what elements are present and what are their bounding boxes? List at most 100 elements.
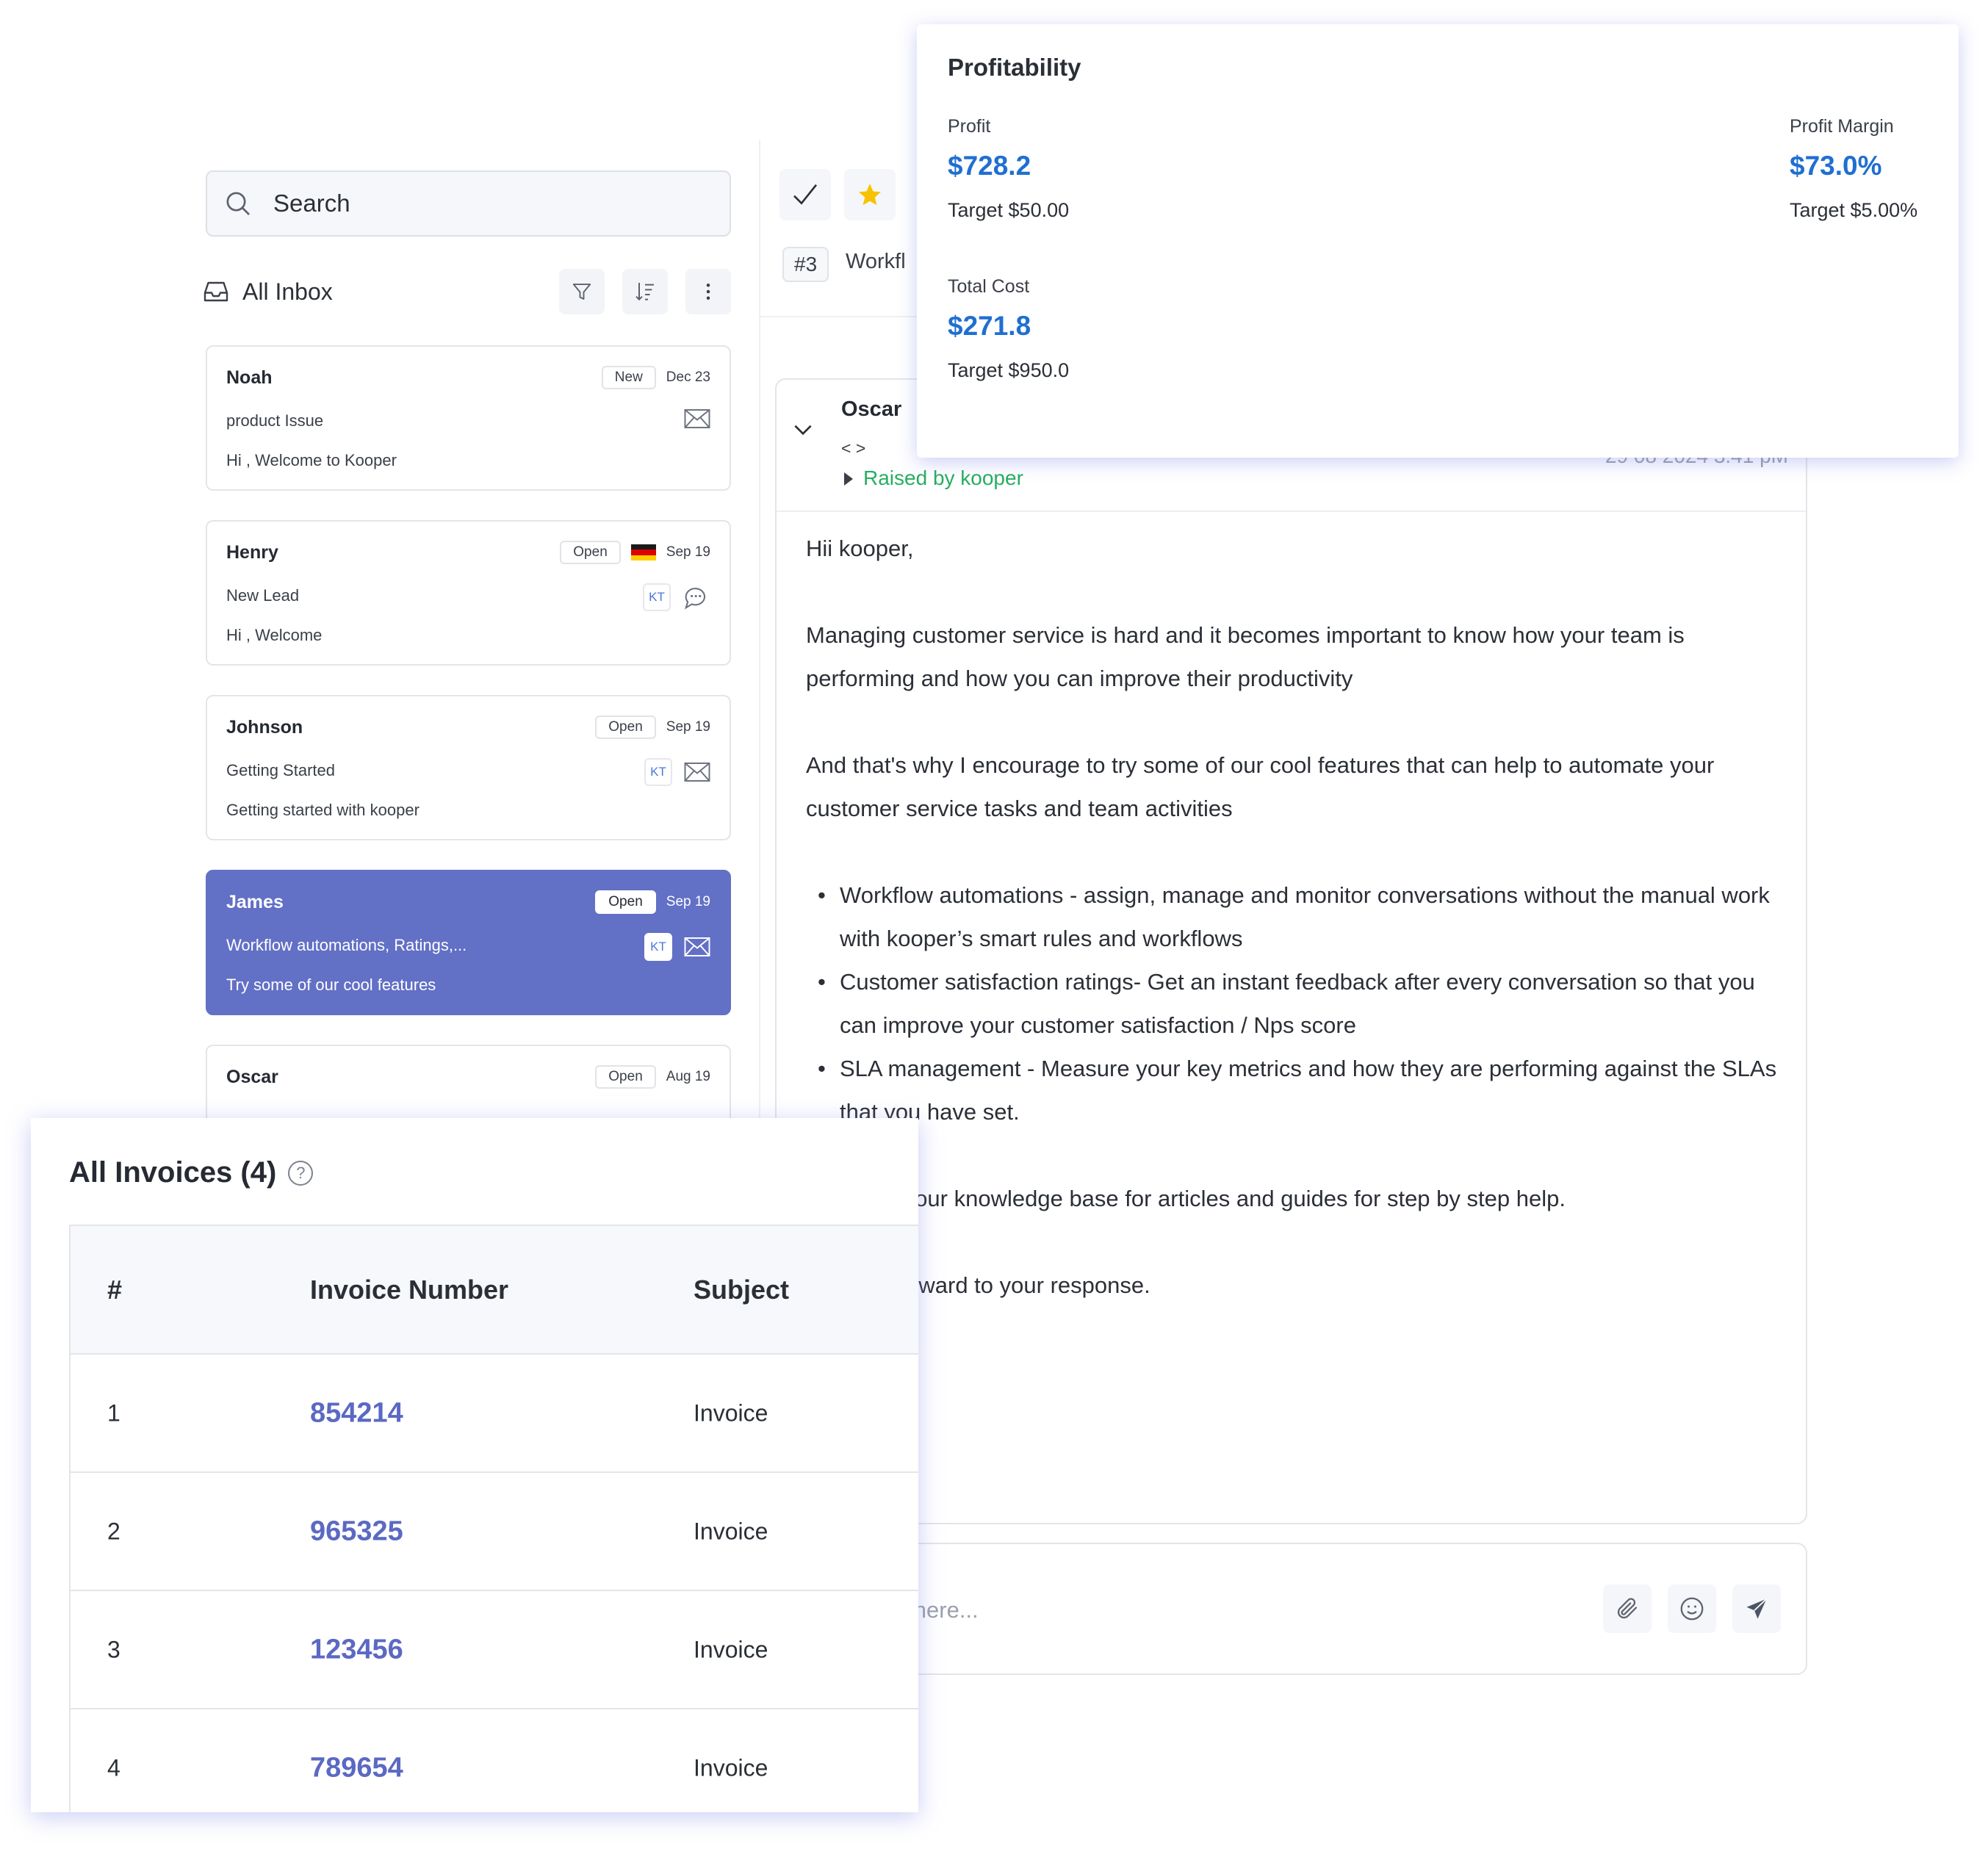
inbox-header: All Inbox — [203, 268, 731, 315]
message-signoff: Regards, — [806, 1350, 1783, 1394]
list-item: SLA management - Measure your key metric… — [818, 1047, 1783, 1133]
germany-flag-icon — [630, 544, 656, 561]
list-item: Customer satisfaction ratings- Get an in… — [818, 960, 1783, 1047]
emoji-button[interactable] — [1668, 1585, 1716, 1633]
invoices-title-row: All Invoices (4) ? — [69, 1156, 314, 1189]
search-input[interactable] — [272, 189, 713, 218]
search-box[interactable] — [206, 170, 731, 237]
send-icon — [1746, 1598, 1768, 1619]
row-number: 3 — [107, 1636, 120, 1662]
conversation-date: Sep 19 — [666, 719, 710, 735]
conversation-date: Dec 23 — [666, 370, 710, 385]
message-greeting: Hii kooper, — [806, 536, 914, 561]
conversation-card-johnson[interactable]: Johnson Open Sep 19 Getting Started KT G… — [206, 695, 731, 840]
message-paragraph: Check out our knowledge base for article… — [806, 1186, 1566, 1211]
contact-name: Henry — [226, 542, 278, 563]
inbox-title[interactable]: All Inbox — [242, 278, 333, 306]
table-row[interactable]: 3 123456 Invoice — [71, 1591, 918, 1709]
table-row[interactable]: 1 854214 Invoice — [71, 1355, 918, 1473]
status-badge: New — [601, 366, 656, 389]
chevron-down-icon[interactable] — [791, 418, 815, 441]
profit-margin-label: Profit Margin — [1790, 116, 1894, 137]
conversation-date: Aug 19 — [666, 1069, 710, 1084]
message-sender: Oscar — [841, 397, 902, 421]
conversation-card-noah[interactable]: Noah New Dec 23 product Issue Hi , Welco… — [206, 345, 731, 491]
note-composer — [775, 1543, 1807, 1675]
invoice-subject: Invoice — [694, 1754, 768, 1781]
profitability-card: Profitability Profit $728.2 Target $50.0… — [917, 24, 1959, 458]
inbox-panel: All Inbox Noah New Dec 23 product Issue … — [176, 140, 760, 1190]
contact-name: Noah — [226, 367, 273, 388]
invoice-number-link[interactable]: 789654 — [310, 1752, 403, 1784]
invoice-number-link[interactable]: 965325 — [310, 1515, 403, 1547]
chat-icon — [685, 588, 706, 610]
invoice-number-link[interactable]: 854214 — [310, 1397, 403, 1429]
column-header-invoice-number[interactable]: Invoice Number — [310, 1275, 508, 1305]
conversation-preview: Hi , Welcome to Kooper — [226, 451, 397, 469]
status-badge: Open — [595, 890, 656, 914]
conversation-card-henry[interactable]: Henry Open Sep 19 New Lead KT Hi , Welco… — [206, 520, 731, 666]
smiley-icon — [1680, 1597, 1704, 1621]
column-header-number[interactable]: # — [107, 1275, 122, 1305]
paperclip-icon — [1617, 1598, 1638, 1619]
filter-button[interactable] — [559, 269, 605, 314]
row-number: 2 — [107, 1518, 120, 1544]
conversation-date: Sep 19 — [666, 894, 710, 909]
profit-value: $728.2 — [948, 151, 1031, 181]
ticket-number: #3 — [782, 247, 829, 282]
message-paragraph: Looking forward to your response. — [806, 1272, 1150, 1298]
mail-icon — [684, 937, 710, 956]
message-body: Hii kooper, Managing customer service is… — [806, 527, 1783, 1394]
conversation-subject: product Issue — [226, 411, 324, 430]
resolve-button[interactable] — [779, 169, 831, 220]
raised-by-label[interactable]: Raised by kooper — [863, 466, 1023, 490]
column-header-subject[interactable]: Subject — [694, 1275, 789, 1305]
profit-target: Target $50.00 — [948, 199, 1070, 221]
invoices-title: All Invoices (4) — [69, 1156, 277, 1189]
mail-icon — [684, 409, 710, 428]
attach-button[interactable] — [1603, 1585, 1652, 1633]
list-item: Workflow automations - assign, manage an… — [818, 873, 1783, 960]
profitability-title: Profitability — [948, 54, 1081, 81]
invoice-subject: Invoice — [694, 1399, 768, 1426]
row-number: 1 — [107, 1399, 120, 1426]
table-header-row: # Invoice Number Subject — [71, 1226, 918, 1355]
invoices-card: All Invoices (4) ? # Invoice Number Subj… — [31, 1118, 918, 1812]
caret-right-icon[interactable] — [844, 472, 853, 486]
invoice-subject: Invoice — [694, 1636, 768, 1662]
send-button[interactable] — [1732, 1585, 1781, 1633]
mail-icon — [684, 763, 710, 782]
conversation-card-james[interactable]: James Open Sep 19 Workflow automations, … — [206, 870, 731, 1015]
table-row[interactable]: 2 965325 Invoice — [71, 1473, 918, 1591]
star-icon — [859, 184, 881, 206]
agent-avatar: KT — [644, 758, 672, 786]
sort-button[interactable] — [622, 269, 668, 314]
invoices-table: # Invoice Number Subject 1 854214 Invoic… — [69, 1225, 918, 1812]
inbox-tray-icon — [204, 281, 228, 302]
message-card: Oscar < > Raised by kooper 29 08 2024 3:… — [775, 378, 1807, 1524]
status-badge: Open — [595, 1065, 656, 1089]
help-icon[interactable]: ? — [288, 1160, 314, 1186]
profit-margin-target: Target $5.00% — [1790, 199, 1918, 221]
sort-icon — [635, 283, 654, 301]
contact-name: James — [226, 892, 284, 912]
conversation-subject: Getting Started — [226, 761, 335, 779]
conversation-preview: Try some of our cool features — [226, 976, 436, 994]
conversation-subject: New Lead — [226, 586, 300, 605]
profit-label: Profit — [948, 116, 991, 137]
star-button[interactable] — [844, 169, 896, 220]
conversation-subject: Workflow automations, Ratings,... — [226, 936, 467, 954]
more-vertical-icon — [706, 284, 710, 300]
conversation-preview: Hi , Welcome — [226, 626, 323, 644]
message-code: < > — [841, 439, 866, 458]
agent-avatar: KT — [643, 583, 671, 611]
row-number: 4 — [107, 1754, 120, 1781]
table-row[interactable]: 4 789654 Invoice — [71, 1709, 918, 1812]
conversation-date: Sep 19 — [666, 544, 710, 560]
invoice-subject: Invoice — [694, 1518, 768, 1544]
profit-margin-value: $73.0% — [1790, 151, 1882, 181]
invoice-number-link[interactable]: 123456 — [310, 1634, 403, 1665]
checkmark-icon — [793, 184, 818, 205]
more-options-button[interactable] — [685, 269, 731, 314]
total-cost-target: Target $950.0 — [948, 359, 1070, 381]
